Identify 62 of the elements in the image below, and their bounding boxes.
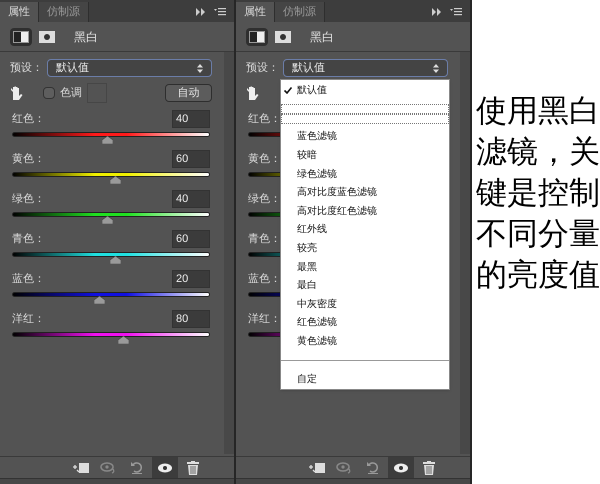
caption-text: 使用黑白滤镜，关键是控制不同分量的亮度值: [476, 92, 600, 294]
preset-label: 预设：: [10, 60, 43, 76]
eye-icon[interactable]: [388, 457, 414, 478]
menu-icon[interactable]: [214, 8, 226, 16]
panel-title: 黑白: [74, 28, 98, 46]
slider-label: 洋红：: [248, 312, 281, 327]
tint-label: 色调: [60, 86, 82, 101]
value-field[interactable]: 60: [172, 230, 210, 248]
panel-tab[interactable]: 属性: [236, 2, 275, 22]
slider-track[interactable]: [12, 252, 210, 257]
tint-checkbox[interactable]: [43, 87, 55, 99]
panel-tab[interactable]: 属性: [0, 2, 39, 22]
menu-icon[interactable]: [450, 8, 462, 16]
slider-track[interactable]: [12, 292, 210, 297]
slider-label: 红色：: [248, 112, 281, 127]
slider-label: 黄色：: [248, 152, 281, 167]
slider-track[interactable]: [12, 132, 210, 137]
preset-dropdown[interactable]: 默认值: [47, 59, 212, 77]
updown-icon: [433, 64, 439, 72]
menu-item[interactable]: 自定: [281, 370, 449, 388]
slider-label: 绿色：: [248, 192, 281, 207]
slider-label: 青色：: [248, 232, 281, 247]
panel-title: 黑白: [310, 28, 334, 46]
adjustment-icon[interactable]: [10, 28, 32, 46]
menu-item[interactable]: 黄色滤镜: [281, 332, 449, 351]
slider-track[interactable]: [12, 172, 210, 177]
menu-item[interactable]: 最黑: [281, 258, 449, 276]
auto-button[interactable]: 自动: [165, 84, 212, 102]
updown-icon: [197, 64, 203, 72]
value-field[interactable]: 60: [172, 150, 210, 168]
slider-label: 洋红：: [12, 312, 45, 327]
menu-item[interactable]: 默认值: [281, 81, 449, 100]
slider-track[interactable]: [12, 332, 210, 337]
value-field[interactable]: 40: [172, 190, 210, 208]
value-field[interactable]: 40: [172, 110, 210, 128]
slider-label: 蓝色：: [248, 272, 281, 287]
slider-label: 红色：: [12, 112, 45, 127]
menu-item[interactable]: 最白: [281, 276, 449, 295]
preset-dropdown[interactable]: 默认值: [283, 59, 448, 77]
eye-icon[interactable]: [152, 457, 178, 478]
slider-label: 绿色：: [12, 192, 45, 207]
hand-icon[interactable]: [246, 86, 260, 100]
expand-icon[interactable]: [432, 8, 442, 16]
slider-label: 青色：: [12, 232, 45, 247]
slider-label: 蓝色：: [12, 272, 45, 287]
menu-item[interactable]: 中灰密度: [281, 294, 449, 314]
expand-icon[interactable]: [196, 8, 206, 16]
menu-item[interactable]: 高对比度蓝色滤镜: [281, 183, 449, 202]
menu-item[interactable]: 绿色滤镜: [281, 164, 449, 184]
value-field[interactable]: 80: [172, 310, 210, 328]
menu-item[interactable]: 高对比度红色滤镜: [281, 202, 449, 221]
hand-icon[interactable]: [10, 86, 24, 100]
menu-item[interactable]: 较亮: [281, 239, 449, 258]
adjustment-icon[interactable]: [246, 28, 268, 46]
menu-item[interactable]: 红外线: [281, 220, 449, 240]
preset-label: 预设：: [246, 60, 279, 76]
slider-track[interactable]: [12, 212, 210, 217]
menu-item[interactable]: 蓝色滤镜: [281, 128, 449, 146]
menu-item[interactable]: 红色滤镜: [281, 314, 449, 332]
value-field[interactable]: 20: [172, 270, 210, 288]
menu-item[interactable]: 较暗: [281, 146, 449, 165]
slider-label: 黄色：: [12, 152, 45, 167]
